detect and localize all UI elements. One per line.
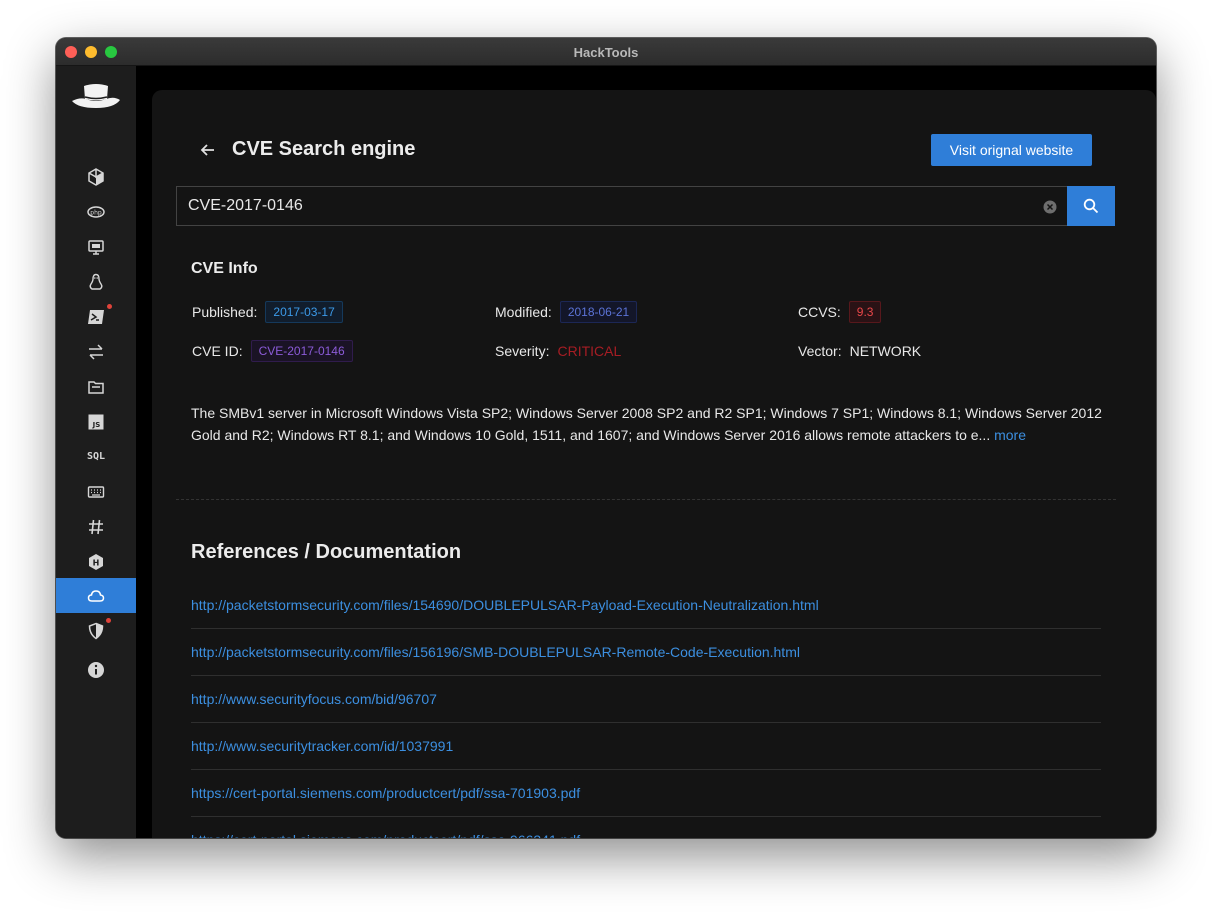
sidebar-item-cve[interactable]	[56, 578, 136, 613]
hash-icon	[89, 519, 103, 534]
cve-info-title: CVE Info	[191, 260, 258, 277]
svg-text:php: php	[90, 209, 102, 216]
sidebar: php JS SQL H	[56, 66, 136, 838]
window-title: HackTools	[573, 45, 639, 60]
section-divider	[176, 499, 1116, 500]
published-field: Published: 2017-03-17	[192, 301, 343, 323]
sidebar-item-hex[interactable]: H	[56, 544, 136, 579]
more-link[interactable]: more	[994, 427, 1026, 443]
sidebar-item-shield[interactable]	[56, 613, 136, 648]
published-tag: 2017-03-17	[265, 301, 343, 323]
info-icon	[88, 661, 104, 678]
search-icon	[1083, 198, 1099, 214]
reference-link[interactable]: http://packetstormsecurity.com/files/154…	[191, 582, 1101, 629]
severity-field: Severity: CRITICAL	[495, 343, 622, 359]
sidebar-item-sql[interactable]: SQL	[56, 439, 136, 474]
svg-text:JS: JS	[92, 421, 101, 429]
reference-link[interactable]: https://cert-portal.siemens.com/productc…	[191, 817, 1101, 838]
reference-link[interactable]: http://packetstormsecurity.com/files/156…	[191, 629, 1101, 676]
references-list: http://packetstormsecurity.com/files/154…	[191, 582, 1101, 838]
sidebar-item-powershell[interactable]	[56, 299, 136, 334]
cve-id-tag: CVE-2017-0146	[250, 340, 353, 362]
monitor-icon	[88, 239, 104, 255]
reference-link[interactable]: http://www.securityfocus.com/bid/96707	[191, 676, 1101, 723]
search-input[interactable]	[188, 197, 1028, 215]
sidebar-item-monitor[interactable]	[56, 229, 136, 264]
clear-icon[interactable]	[1043, 200, 1057, 214]
description-text: The SMBv1 server in Microsoft Windows Vi…	[191, 405, 1102, 443]
vector-label: Vector	[798, 343, 838, 359]
severity-value: CRITICAL	[557, 343, 622, 359]
transfer-icon	[89, 343, 103, 360]
search-button[interactable]	[1067, 186, 1115, 226]
cve-description: The SMBv1 server in Microsoft Windows Vi…	[191, 402, 1111, 446]
powershell-icon	[88, 309, 104, 324]
cube-icon	[88, 167, 104, 186]
page-title: CVE Search engine	[232, 138, 416, 160]
sidebar-item-keyboard[interactable]	[56, 474, 136, 509]
svg-text:H: H	[93, 558, 100, 567]
ccvs-label: CCVS	[798, 304, 837, 320]
references-title: References / Documentation	[191, 541, 462, 563]
shield-badge	[106, 618, 111, 623]
sidebar-item-php[interactable]: php	[56, 194, 136, 229]
sidebar-item-folder[interactable]	[56, 369, 136, 404]
back-arrow-icon[interactable]	[198, 140, 218, 160]
php-icon: php	[87, 205, 105, 218]
sidebar-item-cube[interactable]	[56, 159, 136, 194]
ccvs-tag: 9.3	[848, 301, 882, 323]
search-field	[176, 186, 1068, 226]
sidebar-item-js[interactable]: JS	[56, 404, 136, 439]
sidebar-item-hash[interactable]	[56, 509, 136, 544]
reference-link[interactable]: http://www.securitytracker.com/id/103799…	[191, 723, 1101, 770]
powershell-badge	[107, 304, 112, 309]
main-content: CVE Search engine Visit orignal website …	[152, 90, 1156, 838]
vector-field: Vector: NETWORK	[798, 343, 922, 359]
visit-original-website-button[interactable]: Visit orignal website	[931, 134, 1092, 166]
vector-value: NETWORK	[849, 343, 922, 359]
modified-tag: 2018-06-21	[559, 301, 638, 323]
sidebar-item-info[interactable]	[56, 652, 136, 687]
app-window: HackTools php JS SQL H CVE Search engine…	[56, 38, 1156, 838]
cve-id-field: CVE ID: CVE-2017-0146	[192, 340, 353, 362]
severity-label: Severity	[495, 343, 546, 359]
reference-link[interactable]: https://cert-portal.siemens.com/productc…	[191, 770, 1101, 817]
sidebar-item-transfer[interactable]	[56, 334, 136, 369]
shield-icon	[88, 622, 104, 639]
hat-logo-icon[interactable]	[70, 80, 122, 114]
sql-icon: SQL	[86, 451, 106, 462]
folder-icon	[88, 380, 104, 394]
linux-icon	[89, 273, 103, 290]
cloud-icon	[87, 589, 105, 602]
modified-field: Modified: 2018-06-21	[495, 301, 638, 323]
sidebar-item-linux[interactable]	[56, 264, 136, 299]
published-label: Published	[192, 304, 254, 320]
ccvs-field: CCVS: 9.3	[798, 301, 882, 323]
keyboard-icon	[87, 485, 105, 498]
cve-id-label: CVE ID	[192, 343, 239, 359]
hex-icon: H	[89, 553, 103, 570]
modified-label: Modified	[495, 304, 548, 320]
title-bar: HackTools	[56, 38, 1156, 66]
js-icon: JS	[88, 414, 104, 429]
